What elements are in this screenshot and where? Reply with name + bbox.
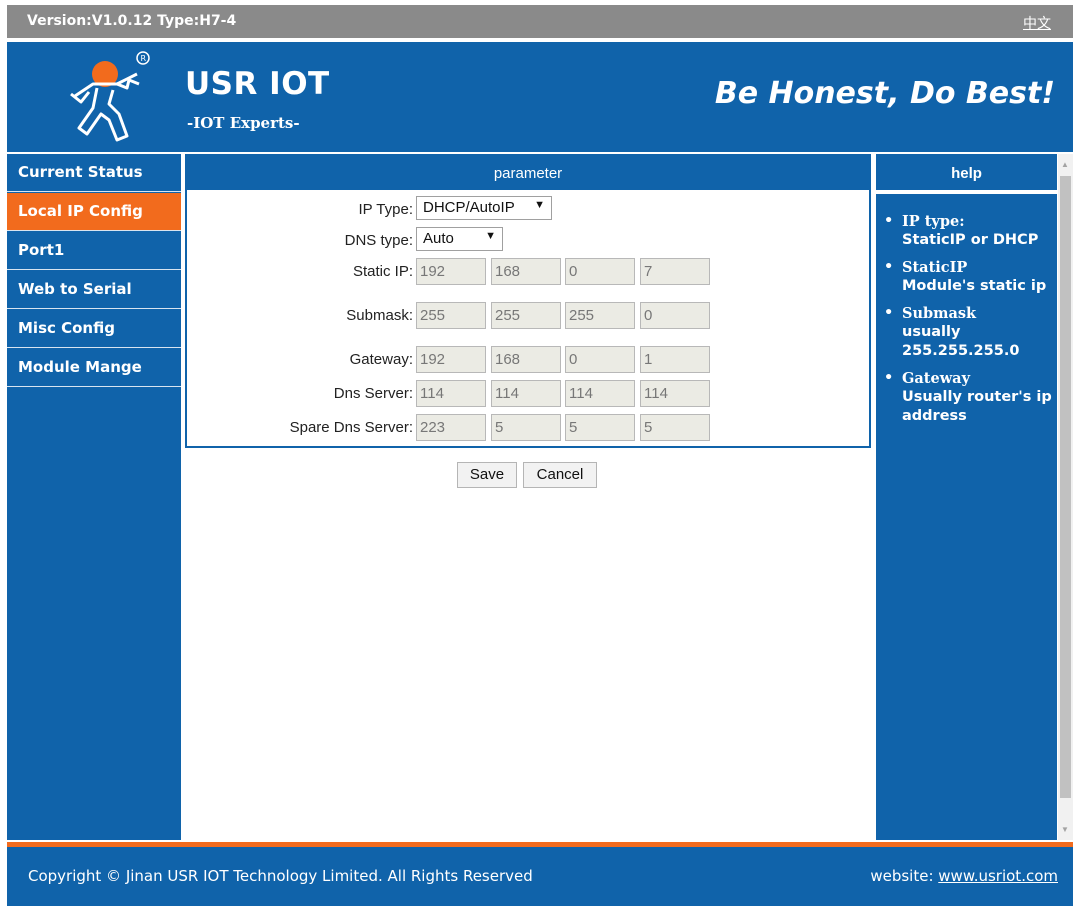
help-item: StaticIP Module's static ip — [884, 258, 1057, 296]
website-link[interactable]: www.usriot.com — [938, 867, 1058, 885]
dns-type-label: DNS type: — [344, 232, 413, 249]
dns-type-row: DNS type: Auto ▼ — [187, 227, 869, 255]
language-link[interactable]: 中文 — [1023, 13, 1051, 33]
dns-server-octet-3[interactable]: 114 — [565, 380, 635, 407]
scroll-up-icon[interactable]: ▲ — [1061, 160, 1069, 169]
sidebar-item-module-mange[interactable]: Module Mange — [7, 349, 181, 387]
slogan: Be Honest, Do Best! — [714, 76, 1055, 111]
ip-type-label: IP Type: — [358, 201, 414, 218]
help-term: Submask — [902, 305, 977, 322]
help-list: IP type: StaticIP or DHCP StaticIP Modul… — [876, 194, 1057, 426]
static-ip-octet-2[interactable]: 168 — [491, 258, 561, 285]
submask-octet-2[interactable]: 255 — [491, 302, 561, 329]
help-desc: StaticIP or DHCP — [902, 232, 1039, 248]
panel-title: parameter — [187, 156, 869, 190]
gateway-label: Gateway: — [349, 351, 413, 368]
parameter-panel: parameter IP Type: DHCP/AutoIP ▼ DNS typ… — [185, 154, 871, 448]
scroll-thumb[interactable] — [1060, 176, 1071, 798]
scroll-down-icon[interactable]: ▼ — [1061, 825, 1069, 834]
sidebar-item-local-ip-config[interactable]: Local IP Config — [7, 193, 181, 231]
footer: Copyright © Jinan USR IOT Technology Lim… — [7, 847, 1073, 906]
static-ip-octet-3[interactable]: 0 — [565, 258, 635, 285]
dropdown-arrow-icon: ▼ — [485, 230, 496, 242]
vertical-scrollbar[interactable]: ▲ ▼ — [1058, 154, 1073, 840]
help-item: IP type: StaticIP or DHCP — [884, 212, 1057, 250]
help-desc: Usually router's ip address — [902, 389, 1052, 424]
dropdown-arrow-icon: ▼ — [534, 199, 545, 211]
website-label: website: — [870, 867, 934, 885]
sidebar-item-web-to-serial[interactable]: Web to Serial — [7, 271, 181, 309]
help-title: help — [876, 154, 1057, 194]
sidebar-item-current-status[interactable]: Current Status — [7, 154, 181, 192]
sidebar-nav: Current Status Local IP Config Port1 Web… — [7, 154, 181, 840]
spare-dns-server-label: Spare Dns Server: — [289, 419, 413, 436]
brand-tagline: -IOT Experts- — [187, 114, 300, 132]
dns-type-value: Auto — [423, 230, 454, 247]
brand-name: USR IOT — [185, 66, 330, 102]
gateway-octet-3[interactable]: 0 — [565, 346, 635, 373]
dns-server-octet-2[interactable]: 114 — [491, 380, 561, 407]
help-desc: Module's static ip — [902, 278, 1047, 294]
dns-type-select[interactable]: Auto ▼ — [416, 227, 503, 251]
dns-server-octet-4[interactable]: 114 — [640, 380, 710, 407]
submask-octet-4[interactable]: 0 — [640, 302, 710, 329]
help-desc: usually 255.255.255.0 — [902, 324, 1020, 359]
submask-octet-3[interactable]: 255 — [565, 302, 635, 329]
gateway-octet-4[interactable]: 1 — [640, 346, 710, 373]
gateway-row: Gateway: 192 168 0 1 — [187, 346, 869, 374]
ip-type-row: IP Type: DHCP/AutoIP ▼ — [187, 196, 869, 224]
help-term: IP type: — [902, 213, 965, 230]
spare-dns-server-row: Spare Dns Server: 223 5 5 5 — [187, 414, 869, 442]
sidebar-item-port1[interactable]: Port1 — [7, 232, 181, 270]
top-bar: Version:V1.0.12 Type:H7-4 中文 — [7, 5, 1073, 38]
submask-label: Submask: — [346, 307, 413, 324]
help-item: Submask usually 255.255.255.0 — [884, 304, 1057, 361]
version-text: Version:V1.0.12 Type:H7-4 — [27, 13, 237, 29]
spare-dns-server-octet-3[interactable]: 5 — [565, 414, 635, 441]
dns-server-row: Dns Server: 114 114 114 114 — [187, 380, 869, 408]
cancel-button[interactable]: Cancel — [523, 462, 597, 488]
header-banner: R USR IOT -IOT Experts- Be Honest, Do Be… — [7, 42, 1073, 152]
website-info: website: www.usriot.com — [870, 867, 1058, 885]
spare-dns-server-octet-2[interactable]: 5 — [491, 414, 561, 441]
gateway-octet-2[interactable]: 168 — [491, 346, 561, 373]
help-item: Gateway Usually router's ip address — [884, 369, 1057, 426]
dns-server-label: Dns Server: — [333, 385, 413, 402]
main-content: parameter IP Type: DHCP/AutoIP ▼ DNS typ… — [185, 154, 871, 840]
static-ip-label: Static IP: — [352, 263, 413, 280]
gateway-octet-1[interactable]: 192 — [416, 346, 486, 373]
submask-row: Submask: 255 255 255 0 — [187, 302, 869, 330]
spare-dns-server-octet-4[interactable]: 5 — [640, 414, 710, 441]
static-ip-octet-4[interactable]: 7 — [640, 258, 710, 285]
sidebar-item-misc-config[interactable]: Misc Config — [7, 310, 181, 348]
help-term: Gateway — [902, 370, 971, 387]
svg-text:R: R — [141, 54, 147, 63]
copyright-text: Copyright © Jinan USR IOT Technology Lim… — [28, 867, 533, 885]
ip-type-select[interactable]: DHCP/AutoIP ▼ — [416, 196, 552, 220]
static-ip-octet-1[interactable]: 192 — [416, 258, 486, 285]
ip-type-value: DHCP/AutoIP — [423, 199, 515, 216]
spare-dns-server-octet-1[interactable]: 223 — [416, 414, 486, 441]
dns-server-octet-1[interactable]: 114 — [416, 380, 486, 407]
save-button[interactable]: Save — [457, 462, 517, 488]
submask-octet-1[interactable]: 255 — [416, 302, 486, 329]
usr-runner-logo-icon: R — [70, 51, 150, 142]
help-term: StaticIP — [902, 259, 968, 276]
help-panel: help IP type: StaticIP or DHCP StaticIP … — [876, 154, 1057, 840]
static-ip-row: Static IP: 192 168 0 7 — [187, 258, 869, 286]
